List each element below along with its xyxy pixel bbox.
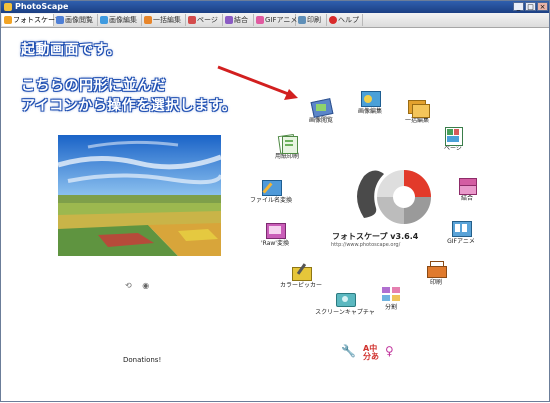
rotate-icon[interactable]: ⟲	[125, 281, 132, 290]
menu-label: 用紙印刷	[274, 153, 299, 160]
menu-label: GIFアニメ	[447, 238, 475, 245]
menu-label: スクリーンキャプチャ	[315, 309, 375, 316]
menu-combine[interactable]: 結合	[435, 176, 499, 203]
menu-rename[interactable]: ファイル名変換	[239, 178, 303, 205]
viewer-icon	[310, 98, 334, 118]
language-icon[interactable]: A中 分あ	[363, 345, 379, 361]
menu-label: 'Raw'変換	[261, 240, 289, 247]
page-icon	[442, 126, 464, 146]
app-url[interactable]: http://www.photoscape.org/	[331, 242, 400, 248]
menu-batch[interactable]: 一括編集	[385, 98, 449, 125]
menu-print[interactable]: 印刷	[404, 260, 468, 287]
sample-photo	[58, 135, 221, 256]
menu-label: ファイル名変換	[249, 197, 292, 204]
menu-label: 一括編集	[404, 117, 429, 124]
menu-label: カラーピッカー	[279, 282, 322, 289]
menu-gif[interactable]: GIFアニメ	[429, 219, 493, 246]
user-icon[interactable]: ♀	[385, 344, 394, 358]
gif-icon	[450, 219, 472, 237]
app-version: フォトスケープ v3.6.4	[332, 232, 419, 241]
batch-icon	[406, 98, 430, 118]
menu-color-picker[interactable]: カラーピッカー	[269, 263, 333, 290]
color-picker-icon	[290, 263, 312, 281]
menu-page[interactable]: ページ	[421, 126, 485, 153]
editor-icon	[359, 89, 381, 107]
donations-link[interactable]: Donations!	[123, 356, 161, 364]
split-icon	[380, 285, 402, 303]
rename-icon	[260, 178, 282, 196]
menu-label: 画像閲覧	[308, 117, 333, 124]
menu-label: 結合	[460, 195, 473, 202]
raw-converter-icon	[264, 221, 286, 239]
app-window: PhotoScape _ □ × フォトスケープ 画像閲覧 画像編集 一括編集 …	[0, 0, 550, 402]
photo-tools: ⟲ ◉	[125, 281, 149, 290]
menu-screen-capture[interactable]: スクリーンキャプチャ	[313, 290, 377, 317]
combine-icon	[456, 176, 478, 195]
settings-icon[interactable]: 🔧	[341, 344, 356, 358]
eye-icon[interactable]: ◉	[142, 281, 149, 290]
menu-raw-converter[interactable]: 'Raw'変換	[243, 221, 307, 248]
menu-label: ページ	[444, 145, 462, 152]
menu-paper-print[interactable]: 用紙印刷	[255, 133, 319, 161]
printer-icon	[425, 260, 447, 278]
photoscape-logo	[357, 170, 431, 224]
paper-print-icon	[276, 133, 298, 155]
screen-capture-icon	[334, 290, 356, 308]
